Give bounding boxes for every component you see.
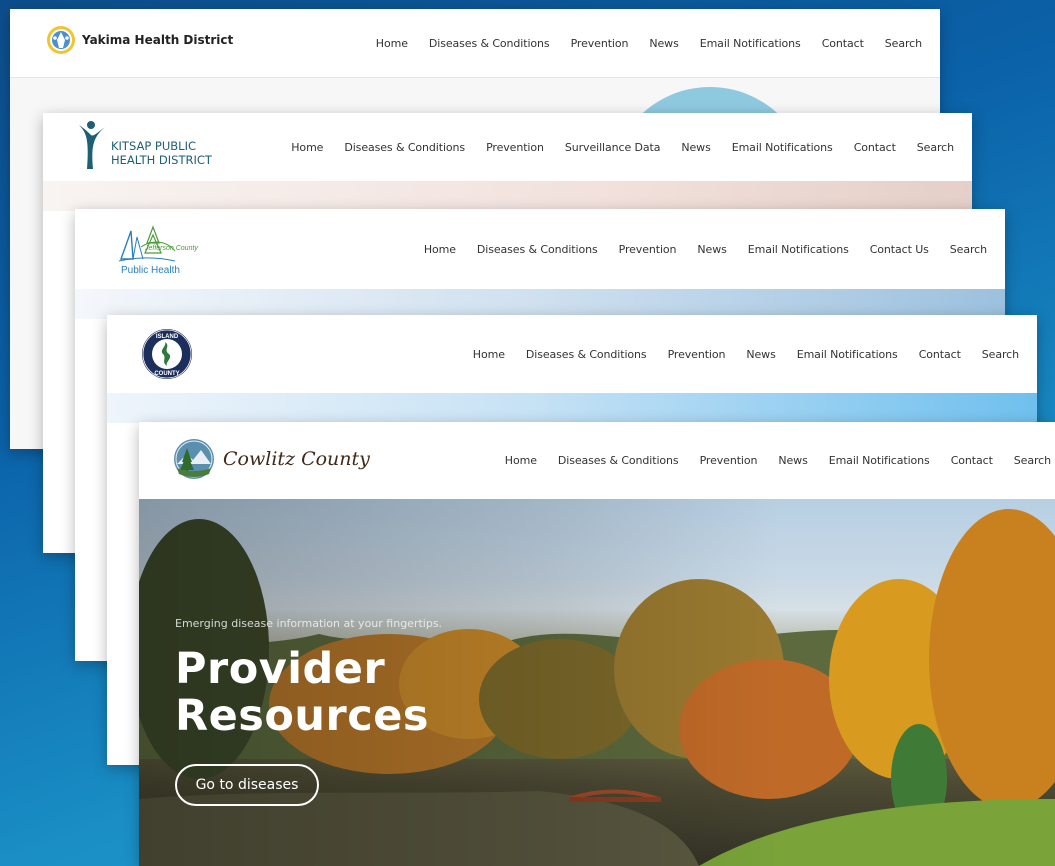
nav-surveillance-data[interactable]: Surveillance Data: [565, 141, 661, 154]
nav-home[interactable]: Home: [424, 243, 456, 256]
nav-news[interactable]: News: [649, 37, 678, 50]
main-nav: Home Diseases & Conditions Prevention Ne…: [376, 9, 922, 77]
nav-diseases[interactable]: Diseases & Conditions: [477, 243, 598, 256]
hero-title-line2: Resources: [175, 691, 429, 741]
org-name-line2: Public Health: [121, 265, 180, 276]
nav-prevention[interactable]: Prevention: [571, 37, 629, 50]
seal-text-bottom: COUNTY: [154, 371, 179, 377]
seal-text-top: ISLAND: [156, 334, 179, 340]
island-county-seal[interactable]: ISLAND COUNTY: [141, 328, 193, 385]
kitsap-logo[interactable]: KITSAP PUBLIC HEALTH DISTRICT: [77, 119, 212, 173]
nav-search[interactable]: Search: [885, 37, 922, 50]
cowlitz-site-card: Cowlitz County Home Diseases & Condition…: [139, 422, 1055, 866]
nav-prevention[interactable]: Prevention: [486, 141, 544, 154]
main-nav: Home Diseases & Conditions Prevention Ne…: [505, 422, 1051, 499]
nav-search[interactable]: Search: [982, 348, 1019, 361]
site-header: Yakima Health District Home Diseases & C…: [10, 9, 940, 78]
island-seal-icon: ISLAND COUNTY: [142, 329, 192, 379]
site-header: Jefferson County Public Health Home Dise…: [75, 209, 1005, 290]
org-name-line1: Jefferson County: [145, 245, 198, 252]
kitsap-figure-icon: [79, 121, 105, 169]
nav-news[interactable]: News: [697, 243, 726, 256]
nav-news[interactable]: News: [778, 454, 807, 467]
nav-diseases[interactable]: Diseases & Conditions: [344, 141, 465, 154]
nav-home[interactable]: Home: [291, 141, 323, 154]
hero-tagline: Emerging disease information at your fin…: [175, 617, 443, 630]
yakima-seal-icon: [47, 26, 75, 54]
nav-diseases[interactable]: Diseases & Conditions: [526, 348, 647, 361]
nav-contact[interactable]: Contact: [919, 348, 961, 361]
nav-home[interactable]: Home: [473, 348, 505, 361]
org-name-line2: HEALTH DISTRICT: [111, 153, 212, 167]
main-nav: Home Diseases & Conditions Prevention Ne…: [424, 209, 987, 289]
nav-email-notifications[interactable]: Email Notifications: [700, 37, 801, 50]
nav-email-notifications[interactable]: Email Notifications: [797, 348, 898, 361]
nav-home[interactable]: Home: [505, 454, 537, 467]
nav-news[interactable]: News: [746, 348, 775, 361]
hero-section: Emerging disease information at your fin…: [139, 499, 1055, 866]
nav-prevention[interactable]: Prevention: [619, 243, 677, 256]
site-header: Cowlitz County Home Diseases & Condition…: [139, 422, 1055, 500]
nav-diseases[interactable]: Diseases & Conditions: [429, 37, 550, 50]
nav-home[interactable]: Home: [376, 37, 408, 50]
nav-search[interactable]: Search: [1014, 454, 1051, 467]
go-to-diseases-button[interactable]: Go to diseases: [175, 764, 319, 806]
hero-band: [43, 181, 972, 211]
hero-band: [107, 393, 1037, 423]
nav-prevention[interactable]: Prevention: [700, 454, 758, 467]
nav-prevention[interactable]: Prevention: [668, 348, 726, 361]
hero-title-line1: Provider: [175, 644, 386, 694]
cowlitz-logo[interactable]: Cowlitz County: [173, 438, 370, 480]
nav-news[interactable]: News: [681, 141, 710, 154]
nav-email-notifications[interactable]: Email Notifications: [748, 243, 849, 256]
nav-contact[interactable]: Contact: [854, 141, 896, 154]
nav-contact[interactable]: Contact: [951, 454, 993, 467]
org-name: Cowlitz County: [223, 448, 370, 470]
nav-contact[interactable]: Contact: [822, 37, 864, 50]
site-header: KITSAP PUBLIC HEALTH DISTRICT Home Disea…: [43, 113, 972, 182]
nav-email-notifications[interactable]: Email Notifications: [829, 454, 930, 467]
site-header: ISLAND COUNTY Home Diseases & Conditions…: [107, 315, 1037, 394]
yakima-logo[interactable]: Yakima Health District: [46, 25, 233, 55]
nav-search[interactable]: Search: [950, 243, 987, 256]
cowlitz-seal-icon: [174, 439, 214, 479]
main-nav: Home Diseases & Conditions Prevention Su…: [291, 113, 954, 181]
nav-contact-us[interactable]: Contact Us: [870, 243, 929, 256]
org-name: Yakima Health District: [82, 33, 234, 47]
org-name-line1: KITSAP PUBLIC: [111, 139, 196, 153]
nav-diseases[interactable]: Diseases & Conditions: [558, 454, 679, 467]
jefferson-logo[interactable]: Jefferson County Public Health: [117, 223, 198, 276]
nav-email-notifications[interactable]: Email Notifications: [732, 141, 833, 154]
sailboat-tree-icon: [118, 225, 176, 262]
nav-search[interactable]: Search: [917, 141, 954, 154]
hero-title: Provider Resources: [175, 646, 429, 740]
main-nav: Home Diseases & Conditions Prevention Ne…: [473, 315, 1019, 393]
